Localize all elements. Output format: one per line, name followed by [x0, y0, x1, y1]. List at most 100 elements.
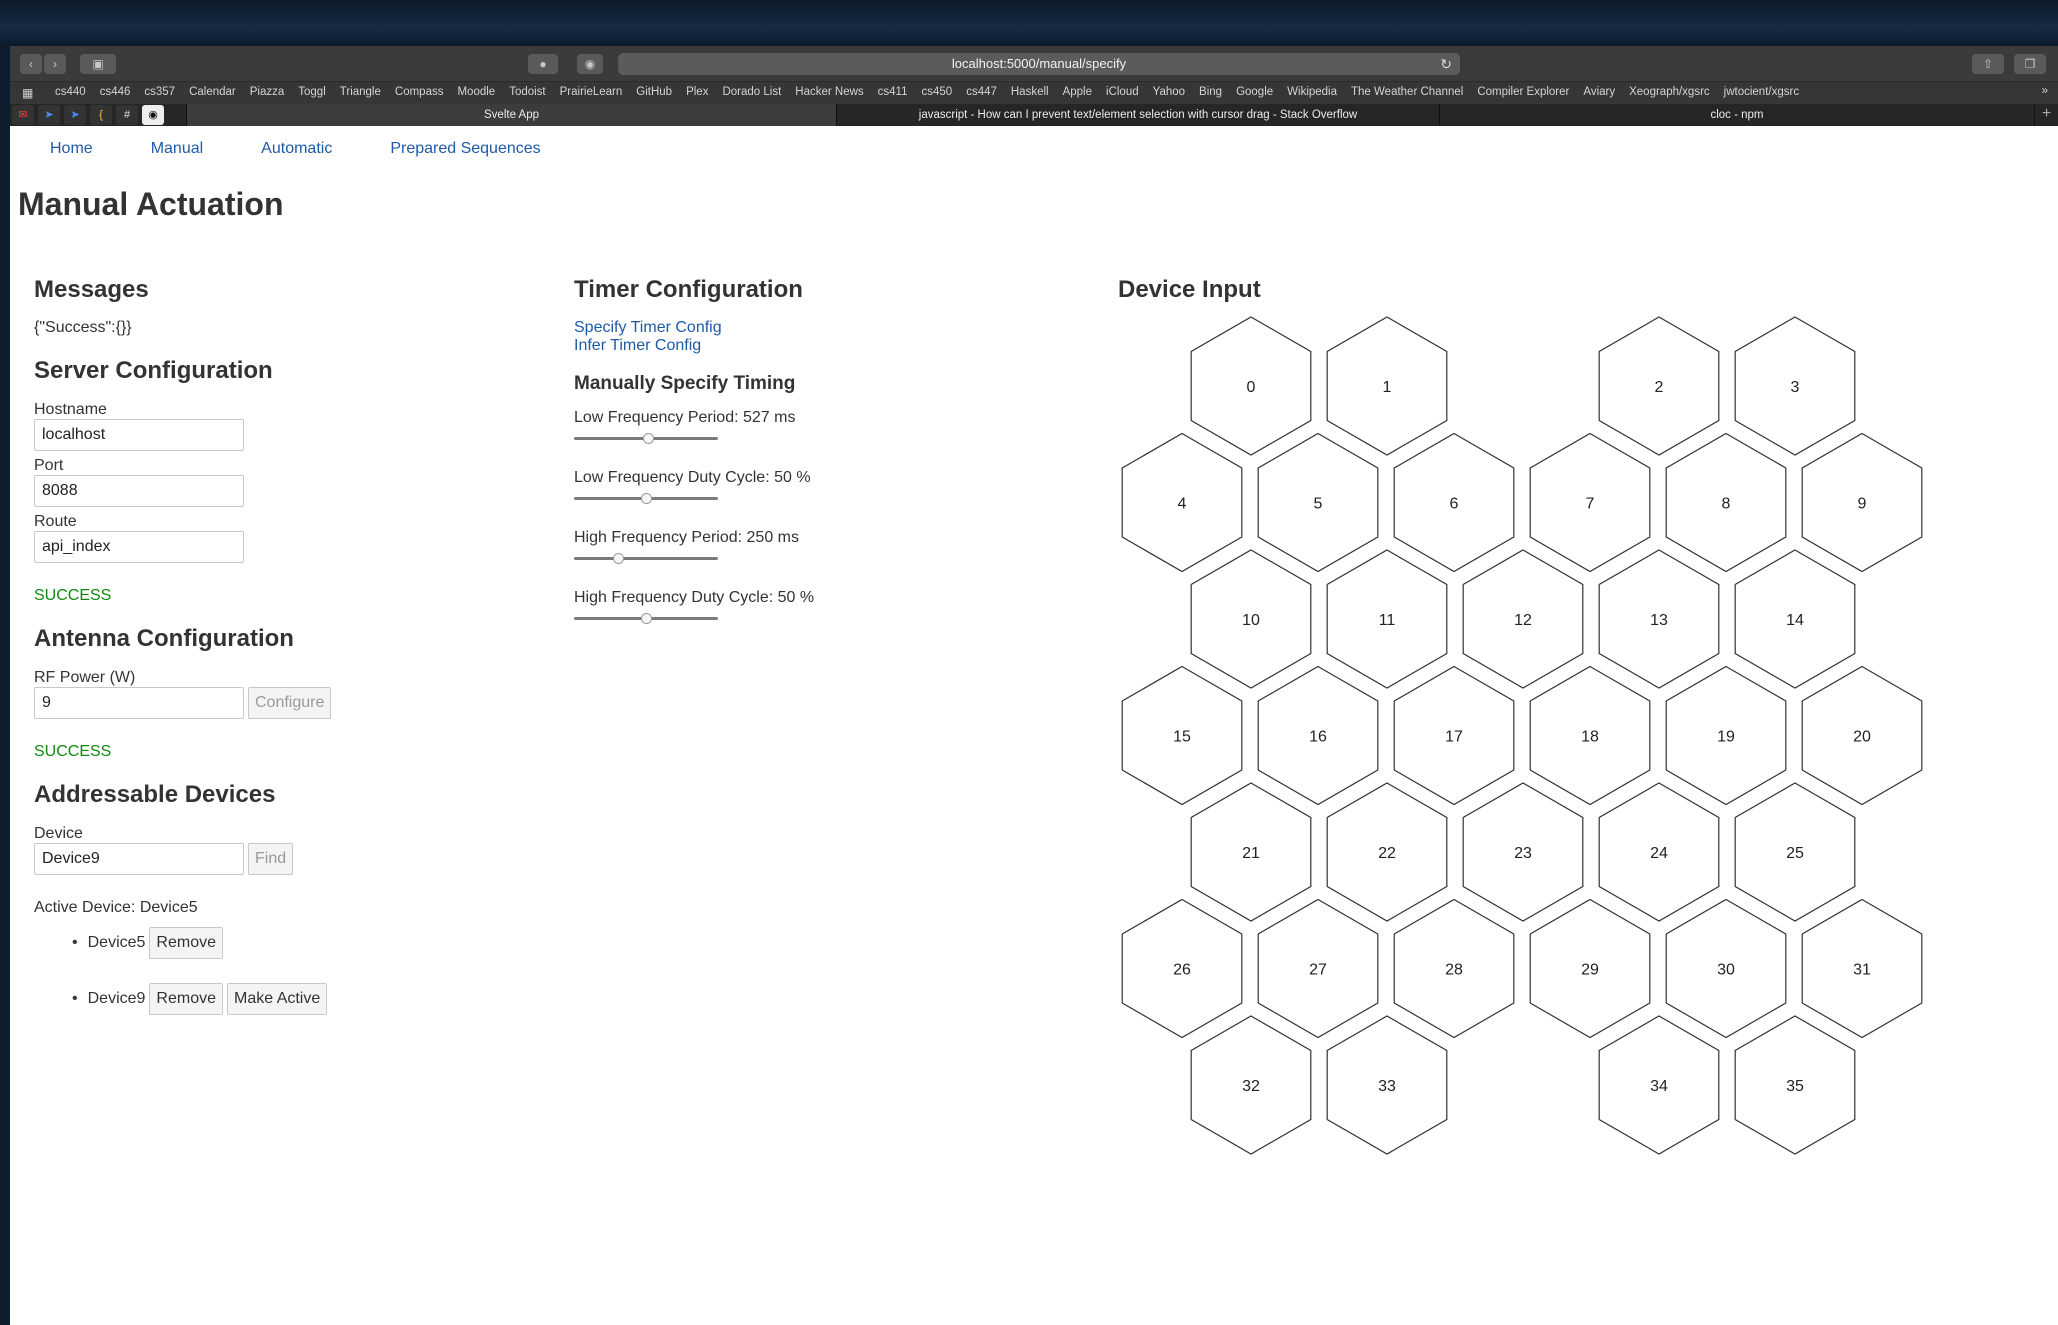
device-hex-30[interactable]: 30	[1665, 898, 1787, 1039]
bookmark-item[interactable]: Wikipedia	[1287, 86, 1337, 98]
slider-thumb[interactable]	[643, 433, 655, 444]
nav-home-link[interactable]: Home	[50, 140, 93, 158]
device-hex-14[interactable]: 14	[1734, 549, 1856, 689]
bookmark-item[interactable]: Google	[1236, 86, 1273, 98]
nav-automatic-link[interactable]: Automatic	[261, 140, 332, 158]
timing-slider[interactable]	[574, 613, 718, 624]
extension-grammarly-icon[interactable]: ●	[528, 54, 558, 74]
device-hex-26[interactable]: 26	[1121, 898, 1243, 1039]
tab-stack-overflow[interactable]: javascript - How can I prevent text/elem…	[836, 104, 1439, 126]
bookmark-item[interactable]: Compiler Explorer	[1477, 86, 1569, 98]
specify-timer-link[interactable]: Specify Timer Config	[574, 319, 994, 337]
remove-device-button[interactable]: Remove	[149, 927, 223, 959]
device-hex-6[interactable]: 6	[1393, 432, 1515, 573]
device-hex-32[interactable]: 32	[1190, 1015, 1312, 1155]
device-hex-21[interactable]: 21	[1190, 782, 1312, 922]
device-hex-12[interactable]: 12	[1462, 549, 1584, 689]
device-hex-19[interactable]: 19	[1665, 665, 1787, 806]
device-hex-24[interactable]: 24	[1598, 782, 1720, 922]
hostname-input[interactable]: localhost	[34, 419, 244, 451]
device-hex-1[interactable]: 1	[1326, 316, 1448, 456]
make-active-button[interactable]: Make Active	[227, 983, 328, 1015]
address-bar[interactable]: localhost:5000/manual/specify ↻	[618, 53, 1460, 75]
bookmark-item[interactable]: Aviary	[1583, 86, 1615, 98]
nav-manual-link[interactable]: Manual	[151, 140, 203, 158]
jira-pinned-icon[interactable]: ➤	[38, 105, 60, 125]
tab-cloc-npm[interactable]: cloc - npm	[1439, 104, 2034, 126]
code-pinned-icon[interactable]: {	[90, 105, 112, 125]
slider-thumb[interactable]	[640, 613, 652, 624]
timing-slider[interactable]	[574, 553, 718, 564]
slider-thumb[interactable]	[612, 553, 624, 564]
bookmark-item[interactable]: cs411	[878, 86, 908, 98]
bookmark-item[interactable]: Triangle	[340, 86, 381, 98]
bookmark-item[interactable]: Haskell	[1011, 86, 1049, 98]
device-hex-4[interactable]: 4	[1121, 432, 1243, 573]
timing-slider[interactable]	[574, 433, 718, 444]
apps-grid-icon[interactable]: ▦	[22, 86, 33, 100]
bookmark-item[interactable]: Todoist	[509, 86, 545, 98]
bookmark-item[interactable]: Moodle	[457, 86, 495, 98]
bookmark-item[interactable]: Apple	[1063, 86, 1092, 98]
nav-prepared-sequences-link[interactable]: Prepared Sequences	[390, 140, 540, 158]
bookmark-item[interactable]: iCloud	[1106, 86, 1139, 98]
bookmark-item[interactable]: Calendar	[189, 86, 236, 98]
device-hex-15[interactable]: 15	[1121, 665, 1243, 806]
github-pinned-icon[interactable]: ◉	[142, 105, 164, 125]
jira-pinned-icon-2[interactable]: ➤	[64, 105, 86, 125]
device-hex-3[interactable]: 3	[1734, 316, 1856, 456]
bookmark-item[interactable]: Yahoo	[1153, 86, 1185, 98]
bookmark-item[interactable]: Plex	[686, 86, 708, 98]
device-input[interactable]: Device9	[34, 843, 244, 875]
device-hex-16[interactable]: 16	[1257, 665, 1379, 806]
bookmark-item[interactable]: jwtocient/xgsrc	[1724, 86, 1799, 98]
bookmark-item[interactable]: cs440	[55, 86, 86, 98]
bookmark-item[interactable]: Piazza	[250, 86, 285, 98]
tab-svelte-app[interactable]: Svelte App	[186, 104, 836, 126]
device-hex-2[interactable]: 2	[1598, 316, 1720, 456]
bookmark-item[interactable]: Xeograph/xgsrc	[1629, 86, 1710, 98]
extension-ublock-icon[interactable]: ◉	[577, 54, 603, 74]
device-hex-28[interactable]: 28	[1393, 898, 1515, 1039]
device-hex-33[interactable]: 33	[1326, 1015, 1448, 1155]
device-hex-13[interactable]: 13	[1598, 549, 1720, 689]
bookmark-item[interactable]: cs446	[100, 86, 131, 98]
device-hex-29[interactable]: 29	[1529, 898, 1651, 1039]
gmail-pinned-icon[interactable]: ✉	[12, 105, 34, 125]
bookmark-item[interactable]: GitHub	[636, 86, 672, 98]
device-hex-22[interactable]: 22	[1326, 782, 1448, 922]
device-hex-23[interactable]: 23	[1462, 782, 1584, 922]
bookmark-item[interactable]: Bing	[1199, 86, 1222, 98]
device-hex-31[interactable]: 31	[1801, 898, 1923, 1039]
bookmark-item[interactable]: The Weather Channel	[1351, 86, 1463, 98]
slack-pinned-icon[interactable]: #	[116, 105, 138, 125]
bookmark-item[interactable]: cs450	[922, 86, 953, 98]
bookmarks-overflow-icon[interactable]: »	[2042, 85, 2048, 97]
bookmark-item[interactable]: Toggl	[298, 86, 326, 98]
slider-thumb[interactable]	[640, 493, 652, 504]
remove-device-button[interactable]: Remove	[149, 983, 223, 1015]
port-input[interactable]: 8088	[34, 475, 244, 507]
share-icon[interactable]: ⇧	[1972, 54, 2004, 74]
device-hex-10[interactable]: 10	[1190, 549, 1312, 689]
device-hex-17[interactable]: 17	[1393, 665, 1515, 806]
find-button[interactable]: Find	[248, 843, 294, 875]
device-hex-20[interactable]: 20	[1801, 665, 1923, 806]
device-hex-34[interactable]: 34	[1598, 1015, 1720, 1155]
forward-button[interactable]: ›	[44, 54, 66, 74]
bookmark-item[interactable]: Dorado List	[722, 86, 781, 98]
configure-button[interactable]: Configure	[248, 687, 332, 719]
new-tab-icon[interactable]: +	[2034, 104, 2058, 126]
bookmark-item[interactable]: Hacker News	[795, 86, 863, 98]
bookmark-item[interactable]: Compass	[395, 86, 444, 98]
device-hex-9[interactable]: 9	[1801, 432, 1923, 573]
back-button[interactable]: ‹	[20, 54, 42, 74]
bookmark-item[interactable]: PrairieLearn	[560, 86, 623, 98]
bookmark-item[interactable]: cs357	[144, 86, 175, 98]
route-input[interactable]: api_index	[34, 531, 244, 563]
sidebar-toggle-icon[interactable]: ▣	[80, 54, 116, 74]
infer-timer-link[interactable]: Infer Timer Config	[574, 337, 994, 355]
bookmark-item[interactable]: cs447	[966, 86, 997, 98]
device-hex-25[interactable]: 25	[1734, 782, 1856, 922]
device-hex-35[interactable]: 35	[1734, 1015, 1856, 1155]
